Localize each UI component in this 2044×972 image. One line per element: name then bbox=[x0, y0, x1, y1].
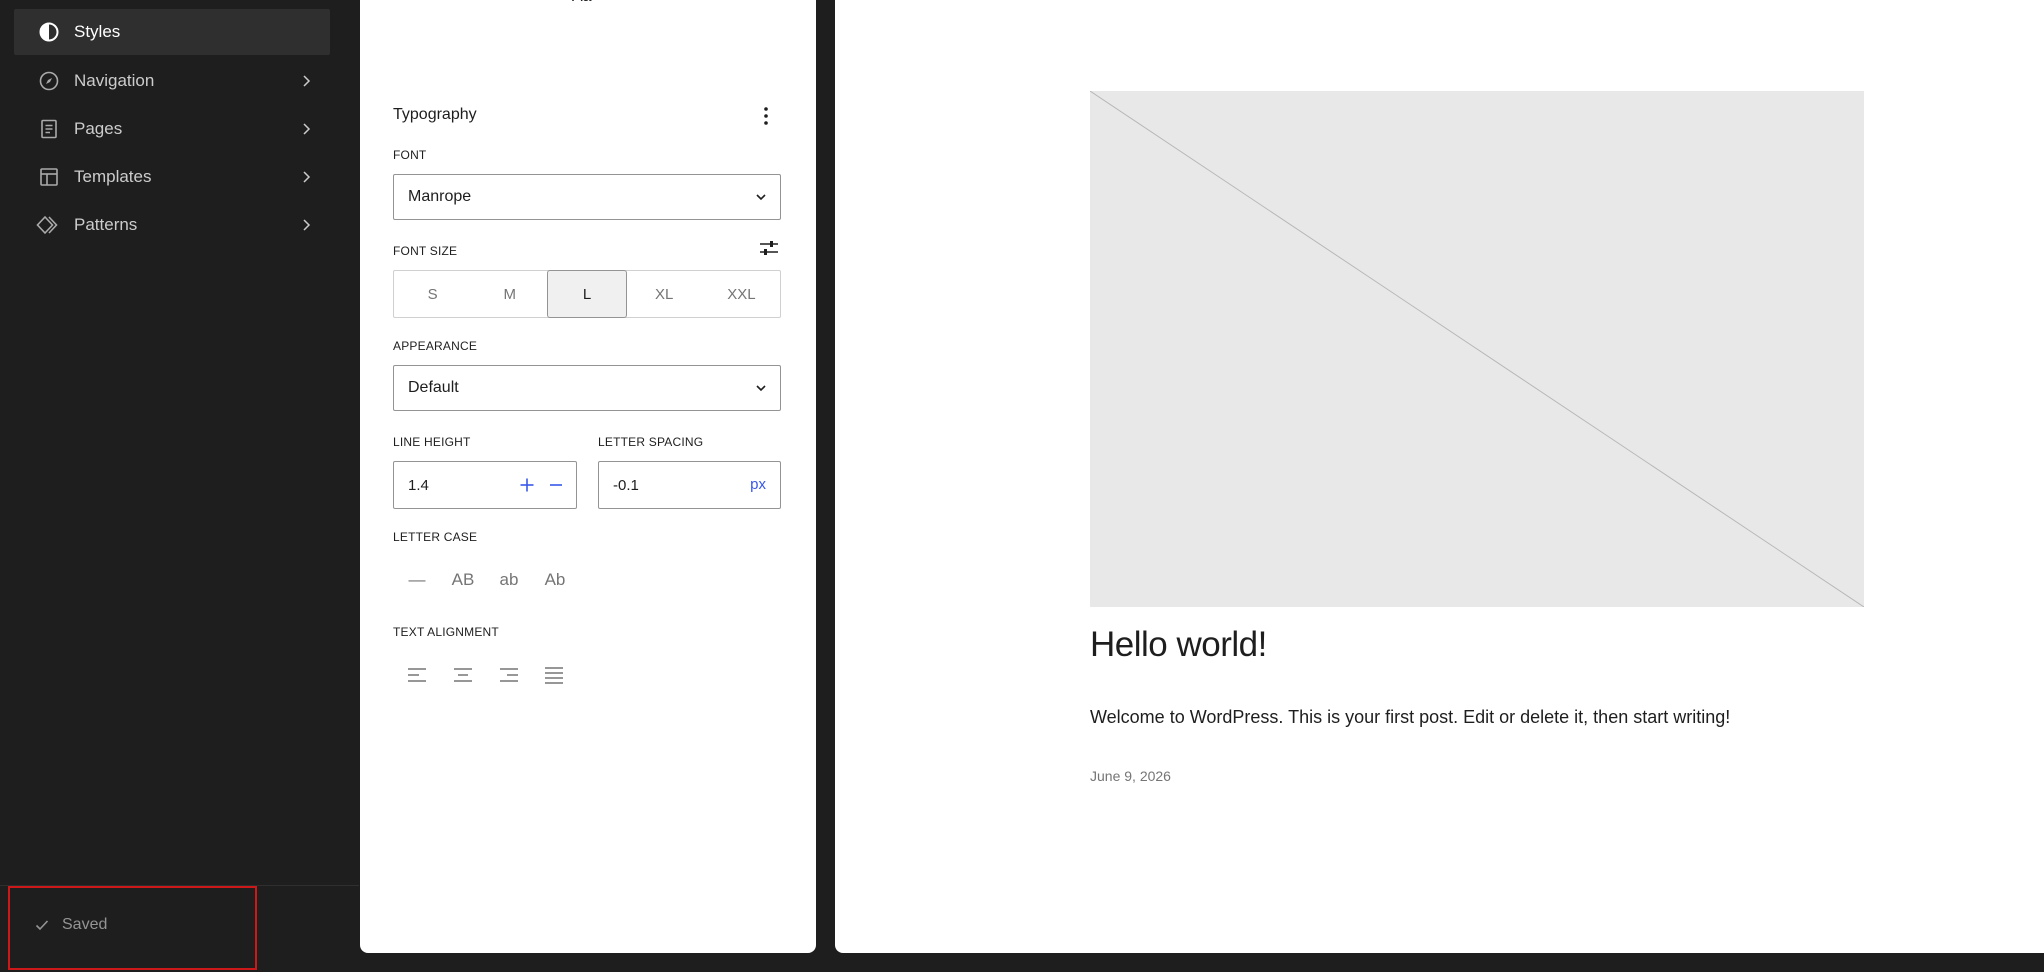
align-center-button[interactable] bbox=[448, 660, 478, 690]
save-status: Saved bbox=[34, 916, 107, 934]
text-alignment-label: TEXT ALIGNMENT bbox=[393, 625, 499, 639]
align-right-icon bbox=[500, 668, 518, 682]
line-height-value: 1.4 bbox=[408, 476, 429, 494]
chevron-right-icon bbox=[303, 123, 311, 135]
sidebar-item-label: Patterns bbox=[74, 215, 138, 234]
letter-case-capitalize-button[interactable]: Ab bbox=[537, 565, 573, 595]
font-size-option-s[interactable]: S bbox=[394, 271, 471, 317]
align-center-icon bbox=[454, 668, 472, 682]
font-size-option-xxl[interactable]: XXL bbox=[703, 271, 780, 317]
align-left-button[interactable] bbox=[402, 660, 432, 690]
font-select-value: Manrope bbox=[408, 188, 472, 205]
font-size-settings-button[interactable] bbox=[758, 237, 780, 259]
more-options-button[interactable] bbox=[754, 104, 778, 128]
featured-image-placeholder bbox=[1090, 91, 1864, 607]
section-title: Typography bbox=[393, 106, 477, 123]
page-icon bbox=[36, 116, 62, 142]
compass-icon bbox=[36, 68, 62, 94]
chevron-right-icon bbox=[303, 219, 311, 231]
letter-case-uppercase-button[interactable]: AB bbox=[445, 565, 481, 595]
line-height-input[interactable]: 1.4 bbox=[393, 461, 577, 509]
half-circle-icon bbox=[36, 19, 62, 45]
sidebar-item-label: Styles bbox=[74, 22, 121, 41]
letter-case-none-button[interactable]: — bbox=[399, 565, 435, 595]
line-height-label: LINE HEIGHT bbox=[393, 435, 471, 449]
appearance-label: APPEARANCE bbox=[393, 339, 478, 353]
align-left-icon bbox=[408, 668, 426, 682]
font-size-label: FONT SIZE bbox=[393, 244, 458, 258]
post-title[interactable]: Hello world! bbox=[1090, 625, 1267, 665]
diamond-icon bbox=[36, 212, 62, 238]
sidebar-item-label: Pages bbox=[74, 119, 123, 138]
sidebar-item-navigation[interactable]: Navigation bbox=[14, 58, 330, 104]
font-label: FONT bbox=[393, 148, 427, 162]
font-size-toggle-group: S M L XL XXL bbox=[393, 270, 781, 318]
preview-fragment: Aa bbox=[572, 0, 592, 6]
letter-case-label: LETTER CASE bbox=[393, 530, 478, 544]
letter-spacing-label: LETTER SPACING bbox=[598, 435, 704, 449]
letter-spacing-unit[interactable]: px bbox=[750, 476, 766, 493]
vertical-ellipsis-icon bbox=[764, 107, 768, 125]
letter-case-lowercase-button[interactable]: ab bbox=[491, 565, 527, 595]
sidebar-item-styles[interactable]: Styles bbox=[14, 9, 330, 55]
sidebar-item-pages[interactable]: Pages bbox=[14, 106, 330, 152]
sidebar-item-patterns[interactable]: Patterns bbox=[14, 202, 330, 248]
letter-spacing-value: -0.1 bbox=[613, 476, 639, 494]
layout-icon bbox=[36, 164, 62, 190]
sidebar-item-label: Navigation bbox=[74, 71, 155, 90]
chevron-right-icon bbox=[303, 171, 311, 183]
align-right-button[interactable] bbox=[494, 660, 524, 690]
chevron-down-icon bbox=[756, 194, 766, 201]
decrement-button[interactable] bbox=[546, 475, 566, 495]
increment-button[interactable] bbox=[517, 475, 537, 495]
align-justify-button[interactable] bbox=[539, 660, 569, 690]
check-icon bbox=[35, 920, 49, 931]
plus-icon bbox=[520, 478, 534, 492]
post-excerpt: Welcome to WordPress. This is your first… bbox=[1090, 707, 1731, 727]
font-select[interactable]: Manrope bbox=[393, 174, 781, 220]
site-preview-canvas[interactable]: Hello world! Welcome to WordPress. This … bbox=[835, 0, 2044, 953]
sidebar-item-templates[interactable]: Templates bbox=[14, 154, 330, 200]
appearance-select-value: Default bbox=[408, 379, 459, 396]
sidebar-item-label: Templates bbox=[74, 167, 152, 186]
font-size-option-xl[interactable]: XL bbox=[626, 271, 703, 317]
letter-spacing-input[interactable]: -0.1 px bbox=[598, 461, 781, 509]
font-size-option-l[interactable]: L bbox=[547, 270, 627, 318]
chevron-down-icon bbox=[756, 385, 766, 392]
save-status-text: Saved bbox=[62, 916, 108, 933]
font-size-option-m[interactable]: M bbox=[471, 271, 548, 317]
typography-panel: Aa Typography FONT Manrope FONT SIZE S M… bbox=[360, 0, 816, 953]
appearance-select[interactable]: Default bbox=[393, 365, 781, 411]
site-editor-sidebar: Styles Navigation Pages Templates Patter… bbox=[0, 0, 359, 972]
align-justify-icon bbox=[545, 667, 563, 684]
chevron-right-icon bbox=[303, 75, 311, 87]
post-date: June 9, 2026 bbox=[1090, 768, 1171, 784]
minus-icon bbox=[550, 484, 562, 486]
